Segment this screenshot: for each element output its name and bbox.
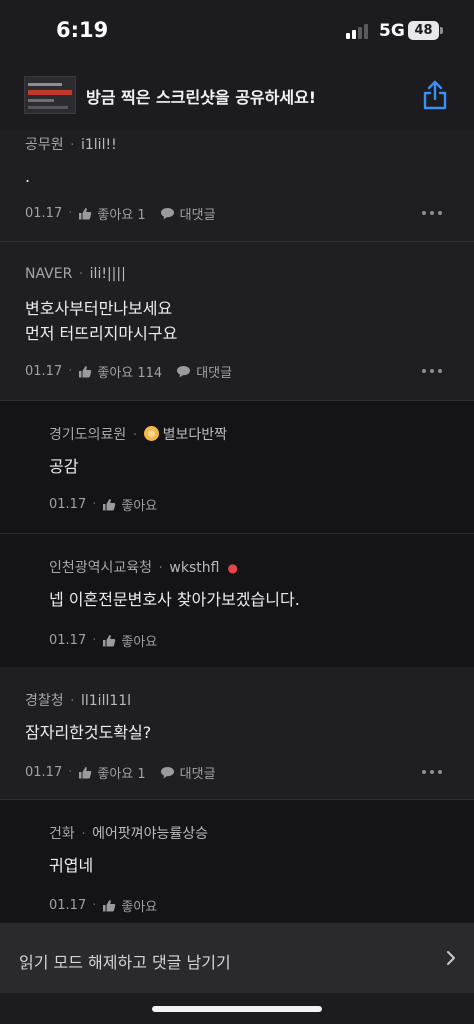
thumbs-up-icon: [79, 207, 92, 219]
comment-feed[interactable]: 공무원 · i1lil!! . 01.17 · 좋아요 1 대댓글 NAVER …: [0, 130, 474, 923]
comment-text: .: [25, 167, 31, 186]
battery-tip: [440, 27, 443, 34]
comment-footer: 01.17 · 좋아요 1 대댓글: [25, 763, 216, 782]
comment-footer: 01.17 · 좋아요 1 대댓글: [25, 204, 216, 223]
reply-button[interactable]: 대댓글: [160, 763, 216, 782]
reply-button[interactable]: 대댓글: [160, 204, 216, 223]
comment-item: NAVER · ili!|||| 변호사부터만나보세요 먼저 터뜨리지마시구요 …: [0, 242, 474, 401]
like-button[interactable]: 좋아요 1: [78, 204, 146, 223]
signal-icon: [346, 23, 370, 39]
comment-date: 01.17: [49, 897, 87, 913]
reply-item: 경기도의료원 · 별보다반짝 공감 01.17 · 좋아요: [0, 401, 474, 534]
comment-author[interactable]: 건화 · 에어팟껴야능률상승: [49, 823, 208, 843]
network-label: 5G: [379, 21, 405, 41]
like-button[interactable]: 좋아요: [102, 896, 157, 915]
screenshot-share-banner[interactable]: 방금 찍은 스크린샷을 공유하세요!: [0, 62, 474, 130]
share-icon[interactable]: [420, 79, 450, 111]
comment-author[interactable]: 경기도의료원 · 별보다반짝: [49, 424, 227, 444]
comment-text: 공감: [49, 457, 79, 476]
home-indicator-area: [0, 993, 474, 1024]
reply-item: 인천광역시교육청 · wksthfl ● 넵 이혼전문변호사 찾아가보겠습니다. …: [0, 534, 474, 667]
speech-bubble-icon: [160, 207, 174, 219]
like-button[interactable]: 좋아요: [102, 495, 157, 514]
speech-bubble-icon: [177, 365, 191, 377]
comment-item: 공무원 · i1lil!! . 01.17 · 좋아요 1 대댓글: [0, 130, 474, 242]
comment-item: 경찰청 · ll1ill11l 잠자리한것도확실? 01.17 · 좋아요 1 대…: [0, 667, 474, 800]
comment-text: 변호사부터만나보세요 먼저 터뜨리지마시구요: [25, 299, 178, 343]
comment-author[interactable]: 경찰청 · ll1ill11l: [25, 690, 131, 710]
status-time: 6:19: [56, 18, 109, 42]
more-options-icon[interactable]: [422, 770, 444, 776]
comment-date: 01.17: [49, 632, 87, 648]
screenshot-thumbnail[interactable]: [24, 76, 76, 114]
thumbs-up-icon: [79, 365, 92, 377]
comment-date: 01.17: [25, 764, 63, 780]
thumbs-up-icon: [103, 634, 116, 646]
comment-date: 01.17: [49, 496, 87, 512]
comment-author[interactable]: 공무원 · i1lil!!: [25, 134, 117, 154]
status-bar: 6:19 5G 48: [0, 0, 474, 62]
reply-item: 건화 · 에어팟껴야능률상승 귀엽네 01.17 · 좋아요: [0, 800, 474, 923]
more-options-icon[interactable]: [422, 369, 444, 375]
comment-text: 귀엽네: [49, 856, 94, 875]
comment-text: 넵 이혼전문변호사 찾아가보겠습니다.: [49, 590, 300, 609]
thumbs-up-icon: [79, 766, 92, 778]
comment-footer: 01.17 · 좋아요: [49, 896, 158, 915]
thumbs-up-icon: [103, 498, 116, 510]
speech-bubble-icon: [160, 766, 174, 778]
badge-icon: [143, 426, 159, 441]
chevron-right-icon: [447, 951, 455, 965]
app-screen: 6:19 5G 48 방금 찍은 스크린샷을 공유하세요! 공무원 · i1li…: [0, 0, 474, 1024]
reply-button[interactable]: 대댓글: [176, 362, 232, 381]
like-button[interactable]: 좋아요 1: [78, 763, 146, 782]
author-indicator-dot: ●: [227, 561, 238, 575]
exit-reading-mode-label: 읽기 모드 해제하고 댓글 남기기: [19, 953, 231, 972]
comment-author[interactable]: NAVER · ili!||||: [25, 266, 126, 282]
like-button[interactable]: 좋아요 114: [78, 362, 162, 381]
home-indicator[interactable]: [152, 1006, 322, 1012]
comment-footer: 01.17 · 좋아요 114 대댓글: [25, 362, 233, 381]
comment-date: 01.17: [25, 363, 63, 379]
comment-text: 잠자리한것도확실?: [25, 723, 152, 742]
comment-footer: 01.17 · 좋아요: [49, 631, 158, 650]
battery-icon: 48: [408, 21, 439, 40]
more-options-icon[interactable]: [422, 211, 444, 217]
like-button[interactable]: 좋아요: [102, 631, 157, 650]
share-prompt-text: 방금 찍은 스크린샷을 공유하세요!: [86, 88, 317, 107]
comment-date: 01.17: [25, 205, 63, 221]
thumbs-up-icon: [103, 899, 116, 911]
exit-reading-mode-bar[interactable]: 읽기 모드 해제하고 댓글 남기기: [0, 923, 474, 993]
comment-author[interactable]: 인천광역시교육청 · wksthfl ●: [49, 557, 238, 577]
comment-footer: 01.17 · 좋아요: [49, 495, 158, 514]
